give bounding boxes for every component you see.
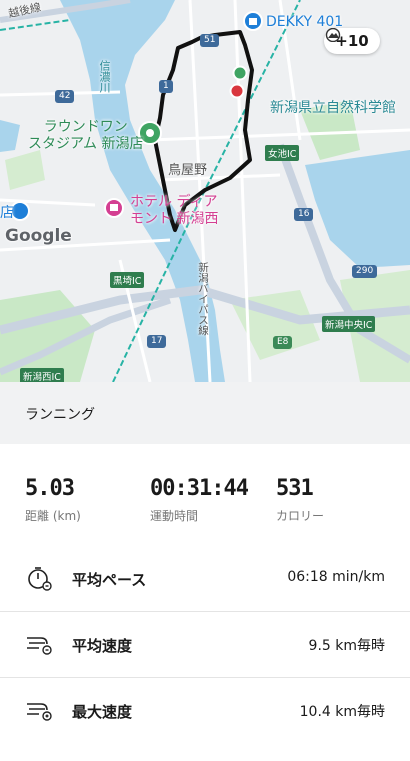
map-label-bypass: 新潟バイパス線 [197,262,209,336]
map-label-science-museum: 新潟県立自然科学館 [270,100,396,116]
speed-max-icon [27,703,52,721]
stat-distance-value: 5.03 [25,476,75,501]
route-shield-17: 17 [147,335,167,348]
route-shield-e8: E8 [273,336,293,349]
weather-badge[interactable]: +10 [324,28,380,54]
mountain-icon [325,28,341,42]
stopwatch-icon [28,567,52,591]
metric-value-avg-pace: 06:18 min/km [287,569,385,585]
start-marker [232,65,248,81]
metric-row-max-speed: 最大速度 10.4 km毎時 [0,678,410,743]
stat-duration: 00:31:44 運動時間 [150,476,249,524]
ic-sign-kurosaki: 黒埼IC [110,272,145,288]
stat-calories: 531 カロリー [276,476,324,524]
metric-value-avg-speed: 9.5 km毎時 [308,638,385,654]
metric-value-max-speed: 10.4 km毎時 [299,704,385,720]
route-shield-1: 1 [159,80,173,93]
metric-label-avg-pace: 平均ペース [72,571,147,589]
metric-row-avg-pace: 平均ペース 06:18 min/km [0,546,410,611]
route-shield-51: 51 [200,34,220,47]
map-label-toriyano: 鳥屋野 [168,163,208,178]
end-marker [229,83,245,99]
stat-duration-value: 00:31:44 [150,476,249,501]
stat-calories-value: 531 [276,476,314,501]
route-shield-42: 42 [55,90,75,103]
metric-label-avg-speed: 平均速度 [72,637,133,655]
activity-type-header: ランニング [0,382,410,444]
stat-duration-label: 運動時間 [150,509,199,523]
google-logo: Google [5,226,72,246]
stat-distance: 5.03 距離 (km) [25,476,81,524]
route-shield-290: 290 [352,265,378,278]
map-label-shop: 店 [0,205,14,221]
map-label-river: 信濃川 [98,60,111,93]
metric-row-avg-speed: 平均速度 9.5 km毎時 [0,612,410,677]
metric-label-max-speed: 最大速度 [72,703,133,721]
stat-distance-label: 距離 (km) [25,509,81,523]
map-label-round1: ラウンドワン スタジアム 新潟店 [28,119,144,152]
route-shield-16: 16 [294,208,314,221]
map-label-hotel: ホテル ディア モント 新潟西 [130,194,219,227]
route-map[interactable]: ラウンドワン スタジアム 新潟店 ホテル ディア モント 新潟西 新潟県立自然科… [0,0,410,382]
ic-sign-meike: 女池IC [265,145,300,161]
ic-sign-niigata-chuo: 新潟中央IC [322,316,376,332]
ic-sign-niigata-nishi: 新潟西IC [20,368,64,382]
speed-average-icon [27,637,52,655]
stat-calories-label: カロリー [276,509,325,523]
activity-type-label: ランニング [25,407,95,423]
